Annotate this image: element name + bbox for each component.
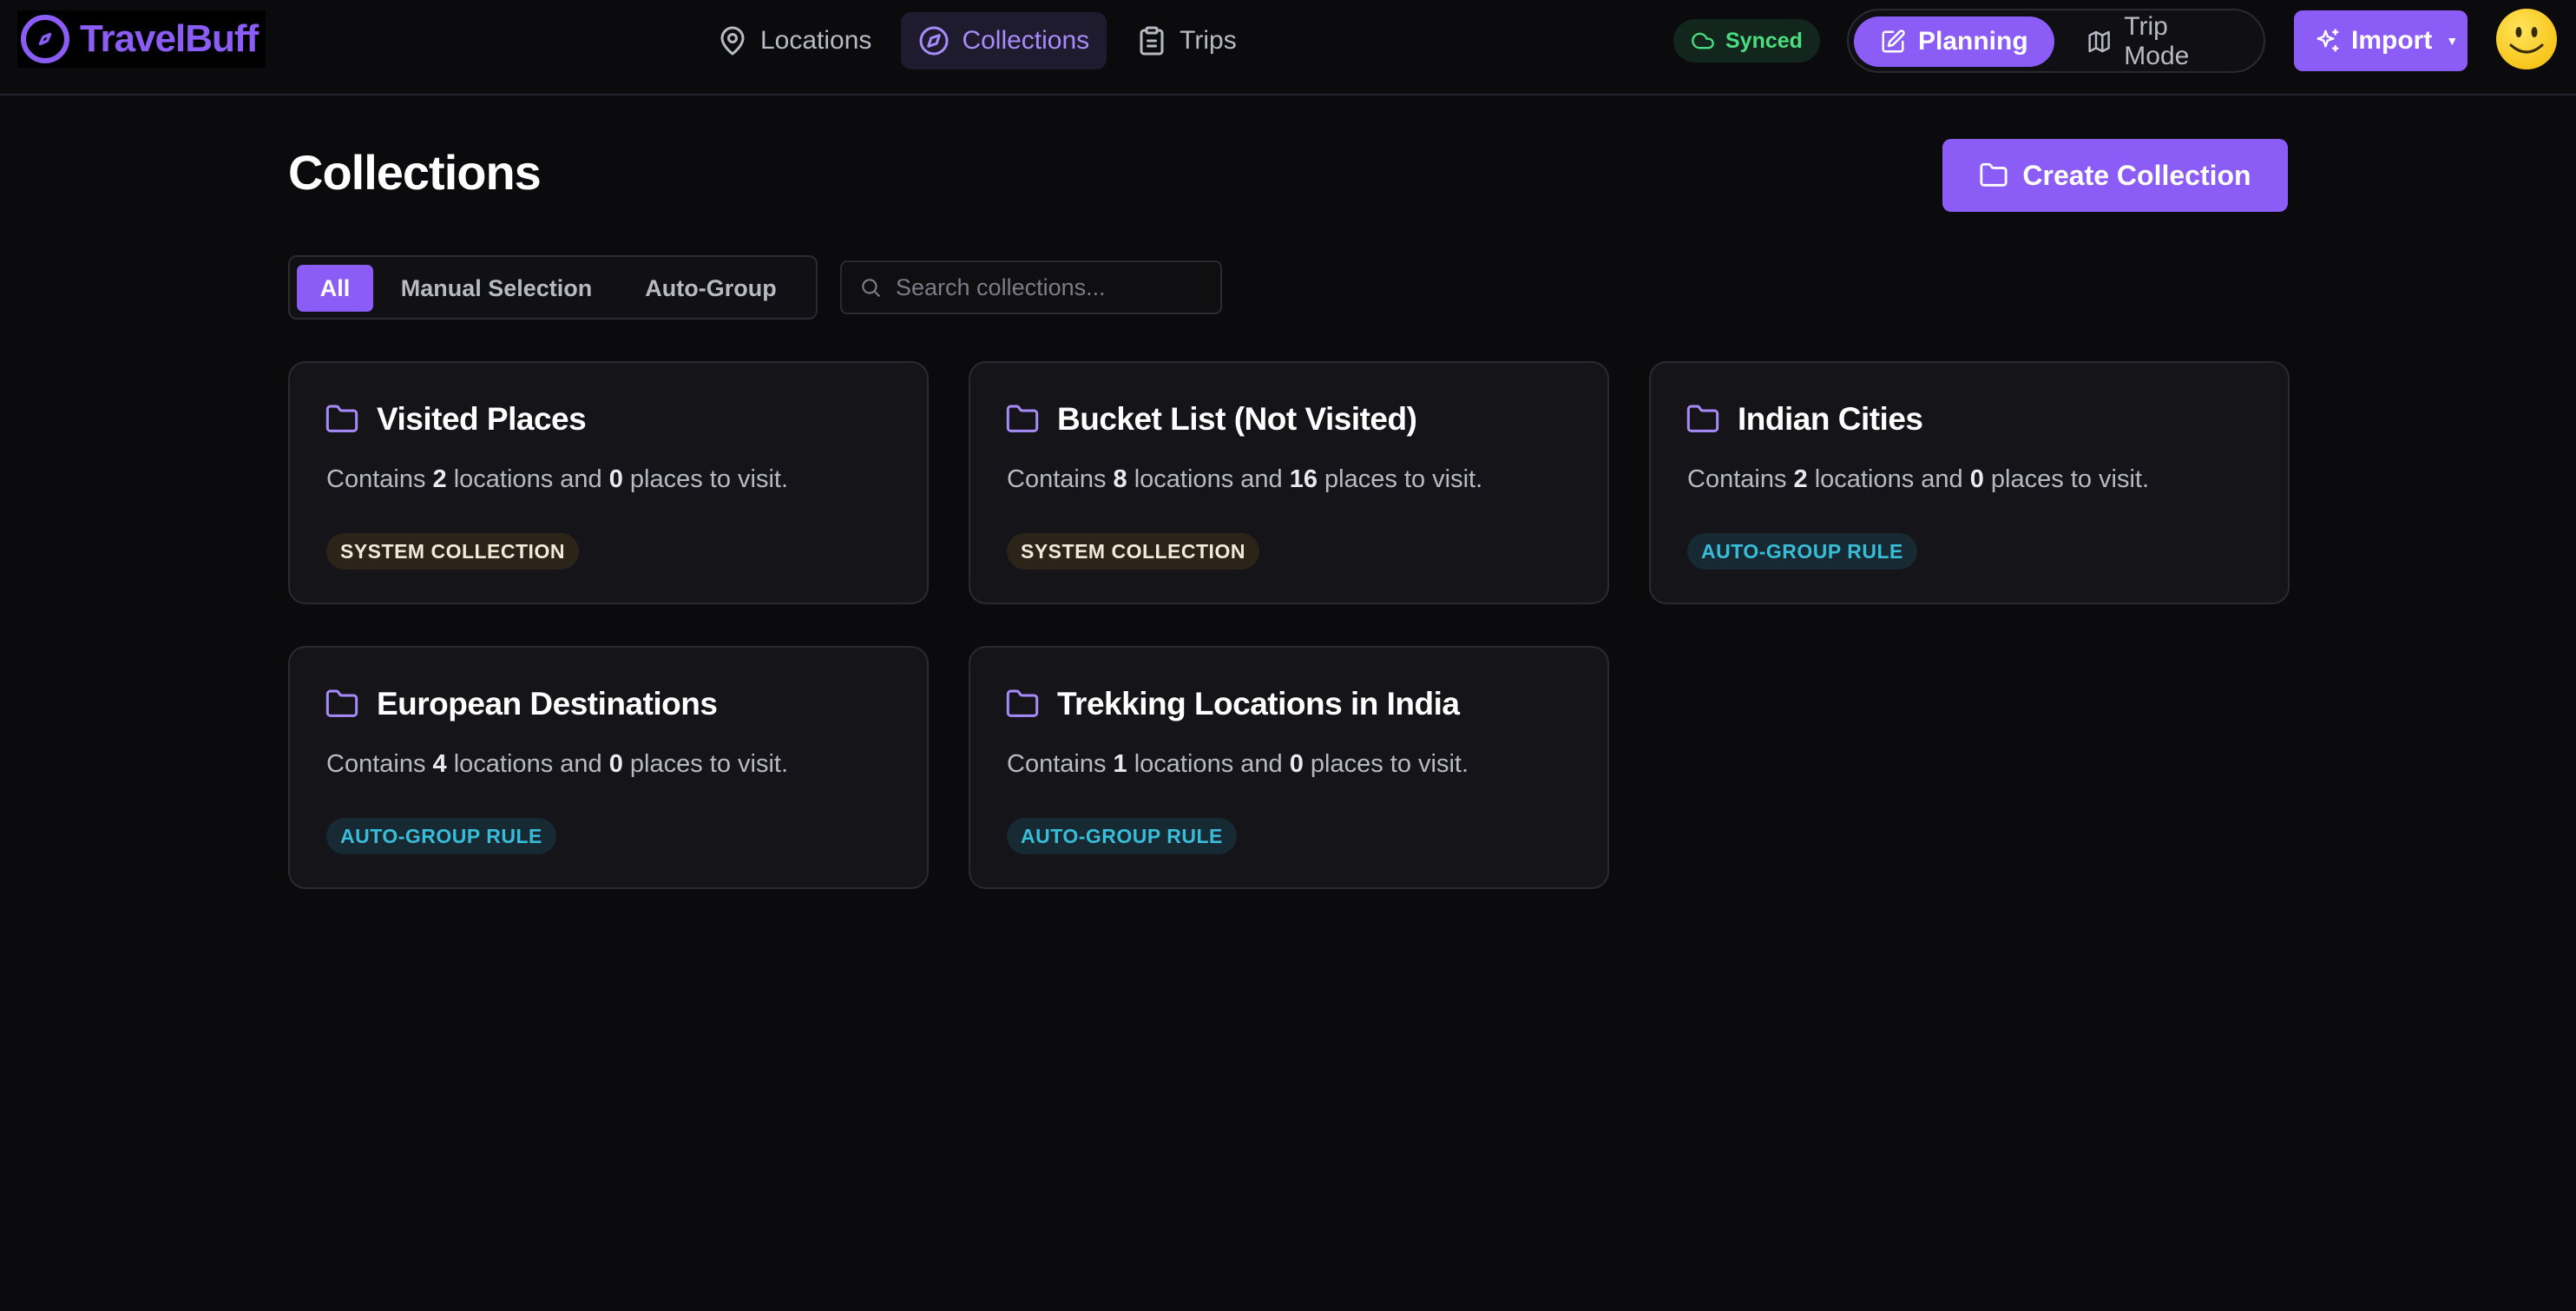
sync-status-label: Synced bbox=[1725, 28, 1803, 53]
collection-title: Visited Places bbox=[377, 401, 587, 437]
collection-description: Contains 2 locations and 0 places to vis… bbox=[1687, 465, 2149, 494]
nav-trips-label: Trips bbox=[1180, 26, 1237, 55]
filter-all[interactable]: All bbox=[297, 265, 373, 312]
collection-title: Indian Cities bbox=[1738, 401, 1923, 437]
desc-middle: locations and bbox=[453, 750, 602, 778]
nav-locations-label: Locations bbox=[760, 26, 872, 55]
collection-type-badge: AUTO-GROUP RULE bbox=[1687, 533, 1917, 570]
desc-suffix: places to visit. bbox=[629, 750, 789, 778]
desc-suffix: places to visit. bbox=[1990, 465, 2150, 493]
nav-collections[interactable]: Collections bbox=[901, 12, 1107, 69]
place-count: 0 bbox=[608, 750, 623, 778]
collection-card[interactable]: Visited Places Contains 2 locations and … bbox=[288, 361, 929, 604]
collection-card[interactable]: Bucket List (Not Visited) Contains 8 loc… bbox=[969, 361, 1609, 604]
planning-mode-button[interactable]: Planning bbox=[1854, 16, 2054, 67]
nav-trips[interactable]: Trips bbox=[1119, 12, 1254, 69]
collection-type-badge: SYSTEM COLLECTION bbox=[326, 533, 579, 570]
folder-icon bbox=[1006, 405, 1039, 432]
folder-icon bbox=[325, 405, 358, 432]
import-button[interactable]: Import ▼ bbox=[2294, 10, 2468, 71]
chevron-down-icon: ▼ bbox=[2446, 34, 2459, 48]
search-icon bbox=[862, 279, 880, 297]
compass-logo-icon bbox=[21, 15, 69, 63]
filter-manual-selection[interactable]: Manual Selection bbox=[392, 265, 601, 312]
collection-card[interactable]: Indian Cities Contains 2 locations and 0… bbox=[1649, 361, 2290, 604]
trip-mode-label: Trip Mode bbox=[2124, 12, 2190, 70]
collection-card[interactable]: European Destinations Contains 4 locatio… bbox=[288, 646, 929, 889]
compass-icon bbox=[919, 26, 949, 56]
sync-status-badge: Synced bbox=[1673, 19, 1820, 63]
collection-type-badge: AUTO-GROUP RULE bbox=[1007, 818, 1237, 854]
app-logo[interactable]: TravelBuff bbox=[17, 10, 266, 68]
collection-title: European Destinations bbox=[377, 686, 718, 721]
location-count: 4 bbox=[432, 750, 447, 778]
clipboard-icon bbox=[1140, 26, 1164, 56]
folder-icon bbox=[325, 689, 358, 717]
desc-prefix: Contains bbox=[326, 465, 426, 493]
smiley-avatar-icon bbox=[2509, 27, 2544, 54]
map-pin-icon bbox=[720, 26, 745, 56]
desc-middle: locations and bbox=[1814, 465, 1963, 493]
location-count: 8 bbox=[1113, 465, 1127, 493]
map-icon bbox=[2088, 30, 2110, 53]
planning-mode-label: Planning bbox=[1918, 27, 2028, 56]
app-name: TravelBuff bbox=[80, 17, 259, 60]
collection-type-badge: SYSTEM COLLECTION bbox=[1007, 533, 1259, 570]
card-header: Trekking Locations in India bbox=[1005, 686, 1460, 722]
card-header: Visited Places bbox=[325, 401, 587, 438]
edit-icon bbox=[1882, 30, 1905, 53]
collection-description: Contains 2 locations and 0 places to vis… bbox=[326, 465, 788, 494]
collection-card[interactable]: Trekking Locations in India Contains 1 l… bbox=[969, 646, 1609, 889]
location-count: 2 bbox=[1793, 465, 1808, 493]
desc-suffix: places to visit. bbox=[1324, 465, 1483, 493]
collection-description: Contains 4 locations and 0 places to vis… bbox=[326, 750, 788, 779]
trip-mode-button[interactable]: Trip Mode bbox=[2060, 12, 2264, 70]
nav-collections-label: Collections bbox=[962, 26, 1090, 55]
place-count: 0 bbox=[1289, 750, 1304, 778]
search-box bbox=[840, 260, 1222, 314]
page-title: Collections bbox=[288, 145, 542, 200]
nav-locations[interactable]: Locations bbox=[700, 12, 889, 69]
create-collection-button[interactable]: Create Collection bbox=[1942, 139, 2288, 212]
card-header: Indian Cities bbox=[1686, 401, 1923, 438]
desc-prefix: Contains bbox=[1007, 750, 1107, 778]
main-nav: Locations Collections Trips bbox=[700, 12, 1254, 69]
place-count: 16 bbox=[1289, 465, 1318, 493]
desc-middle: locations and bbox=[1134, 750, 1283, 778]
place-count: 0 bbox=[1969, 465, 1984, 493]
mode-toggle: Planning Trip Mode bbox=[1847, 9, 2265, 73]
collection-description: Contains 1 locations and 0 places to vis… bbox=[1007, 750, 1469, 779]
collection-title: Trekking Locations in India bbox=[1057, 686, 1460, 721]
card-header: European Destinations bbox=[325, 686, 718, 722]
card-header: Bucket List (Not Visited) bbox=[1005, 401, 1417, 438]
top-bar: TravelBuff Locations Collections Trips S… bbox=[0, 0, 2576, 96]
desc-prefix: Contains bbox=[1687, 465, 1787, 493]
sparkles-icon bbox=[2316, 29, 2339, 52]
collection-filter-tabs: All Manual Selection Auto-Group bbox=[288, 255, 818, 320]
place-count: 0 bbox=[608, 465, 623, 493]
desc-suffix: places to visit. bbox=[629, 465, 789, 493]
search-input[interactable] bbox=[896, 273, 1208, 301]
desc-prefix: Contains bbox=[326, 750, 426, 778]
import-label: Import bbox=[2351, 26, 2433, 55]
filter-auto-group[interactable]: Auto-Group bbox=[620, 265, 802, 312]
location-count: 2 bbox=[432, 465, 447, 493]
collection-type-badge: AUTO-GROUP RULE bbox=[326, 818, 556, 854]
folder-icon bbox=[1980, 162, 2008, 187]
desc-middle: locations and bbox=[1134, 465, 1283, 493]
collection-title: Bucket List (Not Visited) bbox=[1057, 401, 1417, 437]
collection-description: Contains 8 locations and 16 places to vi… bbox=[1007, 465, 1482, 494]
user-avatar[interactable] bbox=[2496, 9, 2557, 69]
cloud-icon bbox=[1692, 32, 1714, 49]
create-collection-label: Create Collection bbox=[2022, 159, 2251, 191]
folder-icon bbox=[1686, 405, 1719, 432]
folder-icon bbox=[1006, 689, 1039, 717]
location-count: 1 bbox=[1113, 750, 1127, 778]
desc-middle: locations and bbox=[453, 465, 602, 493]
desc-prefix: Contains bbox=[1007, 465, 1107, 493]
desc-suffix: places to visit. bbox=[1310, 750, 1469, 778]
